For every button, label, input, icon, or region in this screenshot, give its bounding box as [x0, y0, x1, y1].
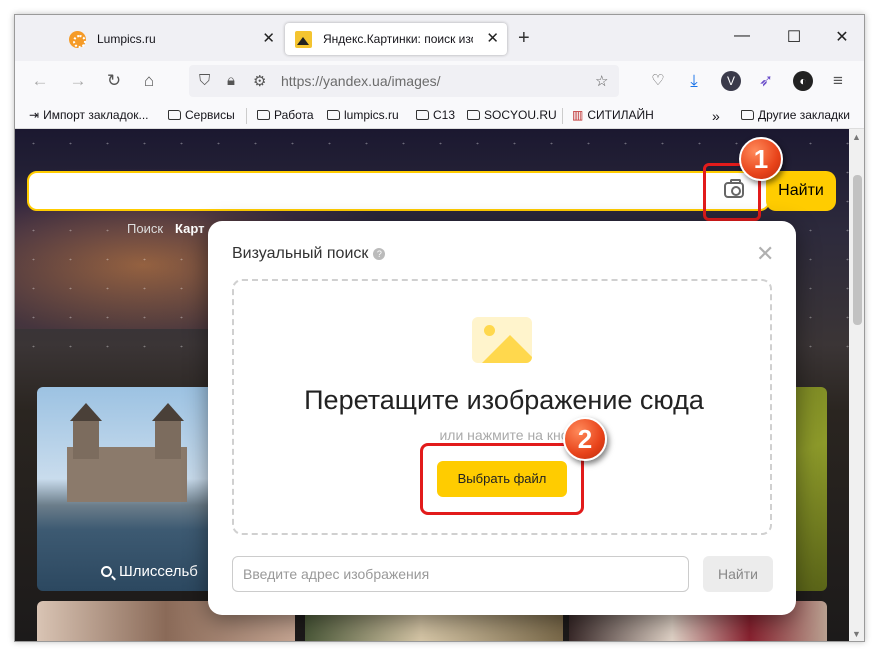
bookmark-separator [562, 108, 563, 124]
bookmarks-bar: ⇥ Импорт закладок... Сервисы Работа lumpi… [15, 103, 864, 129]
search-icon [101, 566, 112, 577]
scroll-down-icon[interactable]: ▼ [852, 629, 861, 639]
tab-close-icon[interactable]: ✕ [262, 29, 275, 47]
folder-icon [257, 110, 270, 120]
lock-icon[interactable]: 🔒︎ [227, 72, 235, 89]
bookmark-c13[interactable]: C13 [416, 108, 455, 122]
scroll-thumb[interactable] [853, 175, 862, 325]
tab-images[interactable]: Карт [175, 221, 204, 236]
tab-title: Lumpics.ru [97, 32, 156, 46]
address-bar[interactable]: ⛉ 🔒︎ ⚙ https://yandex.ua/images/ ☆ [189, 65, 619, 97]
bookmark-star-icon[interactable]: ☆ [595, 72, 608, 90]
fortress-illustration [67, 403, 187, 502]
menu-icon[interactable]: ≡ [827, 71, 849, 91]
maximize-button[interactable]: ☐ [782, 27, 806, 47]
image-url-input[interactable] [232, 556, 689, 592]
folder-icon [416, 110, 429, 120]
forward-arrow-icon[interactable]: → [67, 71, 89, 91]
permissions-icon[interactable]: ⚙ [253, 72, 266, 90]
reload-icon[interactable]: ↻ [103, 71, 125, 91]
feather-extension-icon[interactable]: ➶ [755, 71, 777, 91]
tab-yandex-images[interactable]: Яндекс.Картинки: поиск изобр ✕ [285, 23, 507, 55]
image-drop-zone[interactable]: Перетащите изображение сюда или нажмите … [232, 279, 772, 535]
back-arrow-icon[interactable]: ← [29, 71, 51, 91]
close-window-button[interactable]: ✕ [830, 27, 854, 47]
fortress-tower [152, 403, 184, 459]
tab-search[interactable]: Поиск [127, 221, 163, 236]
download-icon[interactable]: ⤓ [683, 71, 705, 91]
folder-icon [168, 110, 181, 120]
yandex-images-favicon-icon [295, 31, 312, 48]
image-placeholder-icon [472, 317, 532, 363]
help-icon[interactable]: ? [373, 248, 386, 260]
drop-subtitle: или нажмите на кно [439, 427, 569, 443]
fortress-tower [70, 403, 102, 459]
scroll-up-icon[interactable]: ▲ [852, 132, 861, 142]
tab-lumpics[interactable]: Lumpics.ru ✕ [59, 23, 283, 55]
visual-search-dialog: Визуальный поиск? ✕ Перетащите изображен… [208, 221, 796, 615]
shield-icon[interactable]: ⛉ [199, 72, 210, 89]
yandex-images-page: Найти Поиск Карт 1 Шлиссельб Визуальный … [15, 129, 849, 641]
navigation-bar: ← → ↻ ⌂ ⛉ 🔒︎ ⚙ https://yandex.ua/images/… [15, 61, 864, 103]
tab-strip: Lumpics.ru ✕ Яндекс.Картинки: поиск изоб… [15, 15, 864, 61]
dark-mode-extension-icon[interactable]: ◐ [793, 71, 813, 91]
folder-icon [327, 110, 340, 120]
page-scrollbar[interactable]: ▲ ▼ [849, 129, 864, 641]
choose-file-button[interactable]: Выбрать файл [437, 461, 567, 497]
import-icon: ⇥ [29, 108, 40, 122]
hill-shape [482, 335, 532, 363]
drop-title: Перетащите изображение сюда [304, 385, 704, 415]
step-marker-2: 2 [563, 417, 607, 461]
service-tabs: Поиск Карт [127, 221, 205, 236]
pocket-icon[interactable]: ♡ [647, 71, 669, 89]
bookmarks-overflow-icon[interactable]: » [712, 108, 720, 124]
browser-window: Lumpics.ru ✕ Яндекс.Картинки: поиск изоб… [14, 14, 865, 642]
bookmark-citilink[interactable]: ▥ СИТИЛАЙН [572, 108, 654, 122]
citilink-icon: ▥ [572, 108, 584, 122]
tile-caption: Шлиссельб [101, 563, 198, 580]
bookmark-services[interactable]: Сервисы [168, 108, 235, 122]
new-tab-button[interactable]: + [518, 27, 530, 50]
lumpics-favicon-icon [69, 31, 86, 48]
tab-close-icon[interactable]: ✕ [486, 29, 499, 47]
find-by-url-button[interactable]: Найти [703, 556, 773, 592]
camera-icon[interactable] [724, 179, 744, 198]
home-icon[interactable]: ⌂ [138, 71, 160, 91]
bookmark-socyou[interactable]: SOCYOU.RU [467, 108, 557, 122]
bookmark-other[interactable]: Другие закладки [741, 108, 850, 122]
search-button[interactable]: Найти [766, 171, 836, 211]
bookmark-lumpics[interactable]: lumpics.ru [327, 108, 399, 122]
bookmark-work[interactable]: Работа [257, 108, 314, 122]
close-icon[interactable]: ✕ [756, 241, 774, 267]
tab-title: Яндекс.Картинки: поиск изобр [323, 32, 473, 46]
url-text[interactable]: https://yandex.ua/images/ [281, 73, 441, 89]
step-marker-1: 1 [739, 137, 783, 181]
folder-icon [741, 110, 754, 120]
folder-icon [467, 110, 480, 120]
extension-v-icon[interactable]: V [721, 71, 741, 91]
minimize-button[interactable]: — [730, 27, 754, 45]
bookmark-import[interactable]: ⇥ Импорт закладок... [29, 108, 149, 122]
search-input[interactable] [27, 171, 770, 211]
dialog-title: Визуальный поиск? [232, 245, 386, 263]
bookmark-separator [246, 108, 247, 124]
